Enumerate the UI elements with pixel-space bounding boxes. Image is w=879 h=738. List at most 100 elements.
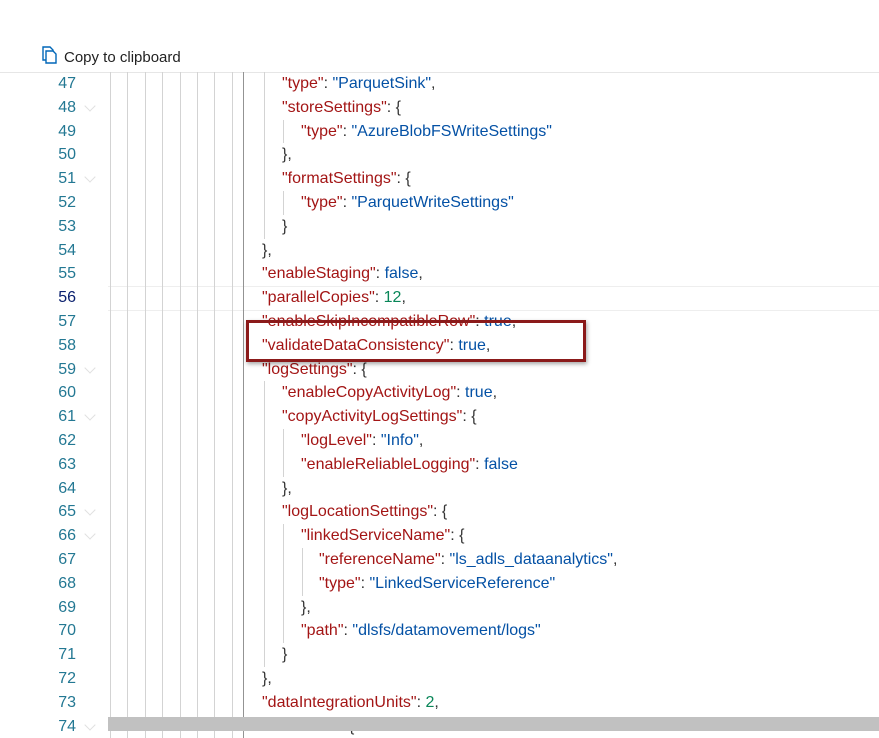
indent-guide (180, 643, 181, 667)
indent-guide (162, 548, 163, 572)
indent-guide (145, 405, 146, 429)
code-token: : (456, 384, 466, 402)
copy-to-clipboard-button[interactable]: Copy to clipboard (40, 44, 181, 70)
code-line[interactable]: 64}, (0, 476, 879, 501)
code-line[interactable]: 67 "referenceName": "ls_adls_dataanalytic… (0, 548, 879, 572)
code-editor[interactable]: 47 "type": "ParquetSink", 48 "storeSettings… (0, 72, 879, 738)
code-line[interactable]: 60 "enableCopyActivityLog": true, (0, 381, 879, 406)
indent-guide (197, 571, 198, 596)
indent-guide (214, 548, 215, 572)
line-number: 55 (58, 265, 76, 283)
code-text: "parallelCopies": 12, (262, 286, 406, 310)
fold-chevron-icon[interactable] (84, 171, 96, 183)
code-line[interactable]: 61 "copyActivityLogSettings": { (0, 405, 879, 429)
code-token: , (418, 432, 424, 449)
code-token: "ParquetSink" (332, 75, 432, 92)
indent-guide (110, 405, 111, 429)
indent-guide (162, 238, 163, 263)
code-token: "ParquetWriteSettings" (351, 194, 514, 211)
indent-guide (180, 381, 181, 406)
indent-guide (264, 524, 265, 548)
indent-guide (145, 381, 146, 406)
indent-guide (302, 571, 303, 596)
code-token: "logSettings" (262, 360, 353, 378)
line-number: 54 (58, 241, 76, 259)
indent-guide (180, 619, 181, 644)
code-line[interactable]: 50}, (0, 143, 879, 168)
line-number: 53 (58, 217, 76, 235)
indent-guide (127, 72, 128, 96)
indent-guide (180, 286, 181, 310)
fold-chevron-icon[interactable] (84, 100, 96, 112)
code-line[interactable]: 66 "linkedServiceName": { (0, 524, 879, 548)
indent-guide (162, 429, 163, 453)
code-line[interactable]: 56 "parallelCopies": 12, (0, 286, 879, 310)
line-number: 68 (58, 574, 76, 592)
code-line[interactable]: 69}, (0, 595, 879, 620)
code-text: "copyActivityLogSettings": { (282, 405, 477, 429)
indent-guide (127, 476, 128, 501)
code-line[interactable]: 62 "logLevel": "Info", (0, 429, 879, 453)
code-text: "type": "AzureBlobFSWriteSettings" (301, 120, 552, 144)
indent-guide (180, 95, 181, 120)
code-line[interactable]: 49 "type": "AzureBlobFSWriteSettings" (0, 119, 879, 144)
indent-guide (127, 143, 128, 168)
code-line[interactable]: 52 "type": "ParquetWriteSettings" (0, 191, 879, 215)
line-number: 60 (58, 384, 76, 402)
indent-guide (197, 238, 198, 263)
code-line[interactable]: 54}, (0, 238, 879, 263)
fold-chevron-icon[interactable] (84, 409, 96, 421)
indent-guide (162, 214, 163, 239)
code-text: "logLevel": "Info", (301, 429, 423, 453)
code-line[interactable]: 73 "dataIntegrationUnits": 2, (0, 690, 879, 715)
indent-guide (283, 429, 284, 453)
code-line[interactable]: 72}, (0, 667, 879, 691)
indent-guide (232, 262, 233, 287)
active-indent-guide (243, 119, 244, 144)
code-line[interactable]: 70 "path": "dlsfs/datamovement/logs" (0, 619, 879, 644)
indent-guide (283, 619, 284, 644)
code-line[interactable]: 65 "logLocationSettings": { (0, 500, 879, 525)
code-token: : (475, 455, 485, 473)
indent-guide (145, 310, 146, 334)
fold-chevron-icon[interactable] (84, 718, 96, 731)
code-line[interactable]: 53} (0, 214, 879, 239)
code-line[interactable]: 51 "formatSettings": { (0, 167, 879, 191)
indent-guide (110, 95, 111, 120)
indent-guide (127, 667, 128, 691)
indent-guide (197, 690, 198, 715)
fold-chevron-icon[interactable] (84, 504, 96, 517)
code-token: : (375, 265, 385, 283)
code-text: "type": "LinkedServiceReference" (319, 572, 555, 596)
active-indent-guide (243, 95, 244, 120)
indent-guide (162, 643, 163, 667)
indent-guide (162, 452, 163, 477)
indent-guide (264, 72, 265, 96)
indent-guide (283, 548, 284, 572)
active-indent-guide (243, 429, 244, 453)
code-line[interactable]: 48 "storeSettings": { (0, 95, 879, 120)
indent-guide (110, 619, 111, 644)
fold-chevron-icon[interactable] (84, 528, 96, 540)
indent-guide (162, 167, 163, 191)
code-line[interactable]: 63 "enableReliableLogging": false (0, 452, 879, 477)
code-line[interactable]: 55 "enableStaging": false, (0, 262, 879, 287)
indent-guide (197, 119, 198, 144)
indent-guide (162, 357, 163, 382)
indent-guide (145, 214, 146, 239)
indent-guide (232, 214, 233, 239)
indent-guide (145, 333, 146, 358)
fold-chevron-icon[interactable] (84, 361, 96, 374)
code-line[interactable]: 71} (0, 643, 879, 667)
code-line[interactable]: 47 "type": "ParquetSink", (0, 72, 879, 96)
indent-guide (145, 690, 146, 715)
line-number: 48 (58, 98, 76, 116)
indent-guide (283, 452, 284, 477)
code-token: "ls_adls_dataanalytics" (449, 551, 613, 568)
horizontal-scrollbar[interactable] (108, 717, 879, 731)
indent-guide (127, 429, 128, 453)
copy-icon (40, 45, 58, 69)
code-line[interactable]: 68 "type": "LinkedServiceReference" (0, 571, 879, 596)
code-text: "referenceName": "ls_adls_dataanalytics"… (319, 548, 617, 572)
code-token: : (440, 551, 450, 568)
